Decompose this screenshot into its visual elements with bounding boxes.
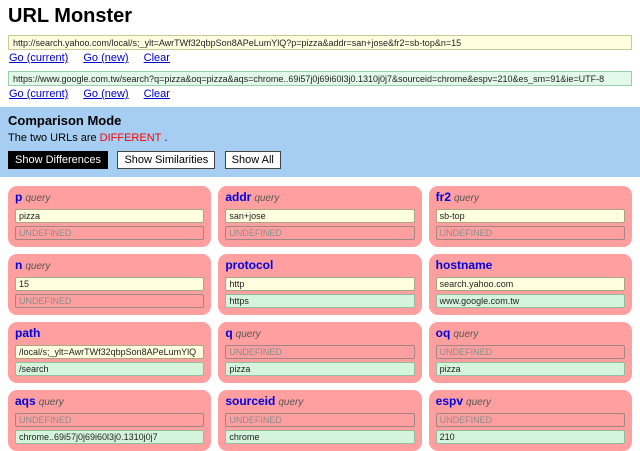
card-param-name: p [15,190,22,204]
param-card: hostname search.yahoo.com www.google.com… [429,254,632,315]
comparison-mode-buttons: Show Differences Show Similarities Show … [8,150,632,169]
card-param-name: protocol [225,258,273,272]
card-param-name: n [15,258,22,272]
comparison-panel: Comparison Mode The two URLs areDIFFEREN… [0,107,640,177]
comparison-status: The two URLs areDIFFERENT. [8,132,632,144]
card-value-url2[interactable]: UNDEFINED [15,294,204,308]
card-value-url1[interactable]: UNDEFINED [15,413,204,427]
card-param-name: oq [436,326,451,340]
param-card: fr2query sb-top UNDEFINED [429,186,632,247]
param-card: aqsquery UNDEFINED chrome..69i57j0j69i60… [8,390,211,451]
card-param-name: sourceid [225,394,275,408]
card-param-name: hostname [436,258,493,272]
card-value-url2[interactable]: https [225,294,414,308]
page-title: URL Monster [8,5,640,28]
param-card: oqquery UNDEFINED pizza [429,322,632,383]
card-value-url2[interactable]: UNDEFINED [225,226,414,240]
param-card: addrquery san+jose UNDEFINED [218,186,421,247]
card-param-kind: query [236,329,261,340]
status-suffix: . [164,132,167,144]
status-prefix: The two URLs are [8,132,97,144]
card-value-url1[interactable]: /local/s;_ylt=AwrTWf32qbpSon8APeLumYlQ [15,345,204,359]
show-all-button[interactable]: Show All [225,151,281,169]
card-param-name: fr2 [436,190,451,204]
card-param-kind: query [454,193,479,204]
url1-clear-link[interactable]: Clear [144,52,170,64]
card-param-kind: query [25,261,50,272]
card-value-url2[interactable]: 210 [436,430,625,444]
card-value-url1[interactable]: UNDEFINED [225,345,414,359]
card-param-kind: query [254,193,279,204]
card-value-url1[interactable]: UNDEFINED [436,345,625,359]
card-value-url2[interactable]: pizza [436,362,625,376]
card-param-kind: query [466,397,491,408]
url2-input[interactable] [8,71,632,86]
url1-input[interactable] [8,35,632,50]
url1-go-current-link[interactable]: Go (current) [9,52,68,64]
card-param-kind: query [25,193,50,204]
param-card: espvquery UNDEFINED 210 [429,390,632,451]
url2-clear-link[interactable]: Clear [144,88,170,100]
card-param-kind: query [453,329,478,340]
card-value-url1[interactable]: 15 [15,277,204,291]
cards-grid: pquery pizza UNDEFINED addrquery san+jos… [8,186,632,451]
card-value-url1[interactable]: sb-top [436,209,625,223]
param-card: protocol http https [218,254,421,315]
card-param-name: espv [436,394,463,408]
card-param-name: path [15,326,40,340]
url1-links: Go (current) Go (new) Clear [9,52,640,64]
url2-go-new-link[interactable]: Go (new) [83,88,128,100]
card-value-url1[interactable]: UNDEFINED [436,413,625,427]
show-differences-button[interactable]: Show Differences [8,151,108,169]
card-value-url2[interactable]: UNDEFINED [15,226,204,240]
page: URL Monster Go (current) Go (new) Clear … [0,5,640,451]
card-param-name: aqs [15,394,36,408]
card-value-url2[interactable]: pizza [225,362,414,376]
param-card: nquery 15 UNDEFINED [8,254,211,315]
url2-go-current-link[interactable]: Go (current) [9,88,68,100]
show-similarities-button[interactable]: Show Similarities [117,151,215,169]
param-card: pquery pizza UNDEFINED [8,186,211,247]
card-param-name: q [225,326,232,340]
card-param-name: addr [225,190,251,204]
card-value-url2[interactable]: chrome [225,430,414,444]
card-value-url2[interactable]: www.google.com.tw [436,294,625,308]
card-value-url1[interactable]: pizza [15,209,204,223]
param-card: path /local/s;_ylt=AwrTWf32qbpSon8APeLum… [8,322,211,383]
param-card: sourceidquery UNDEFINED chrome [218,390,421,451]
url1-go-new-link[interactable]: Go (new) [83,52,128,64]
card-value-url1[interactable]: http [225,277,414,291]
card-value-url1[interactable]: san+jose [225,209,414,223]
param-card: qquery UNDEFINED pizza [218,322,421,383]
card-value-url1[interactable]: UNDEFINED [225,413,414,427]
card-value-url2[interactable]: chrome..69i57j0j69i60l3j0.1310j0j7 [15,430,204,444]
card-value-url1[interactable]: search.yahoo.com [436,277,625,291]
card-value-url2[interactable]: UNDEFINED [436,226,625,240]
card-param-kind: query [278,397,303,408]
status-different: DIFFERENT [100,132,162,144]
comparison-title: Comparison Mode [8,113,632,128]
url2-links: Go (current) Go (new) Clear [9,88,640,100]
card-param-kind: query [39,397,64,408]
card-value-url2[interactable]: /search [15,362,204,376]
